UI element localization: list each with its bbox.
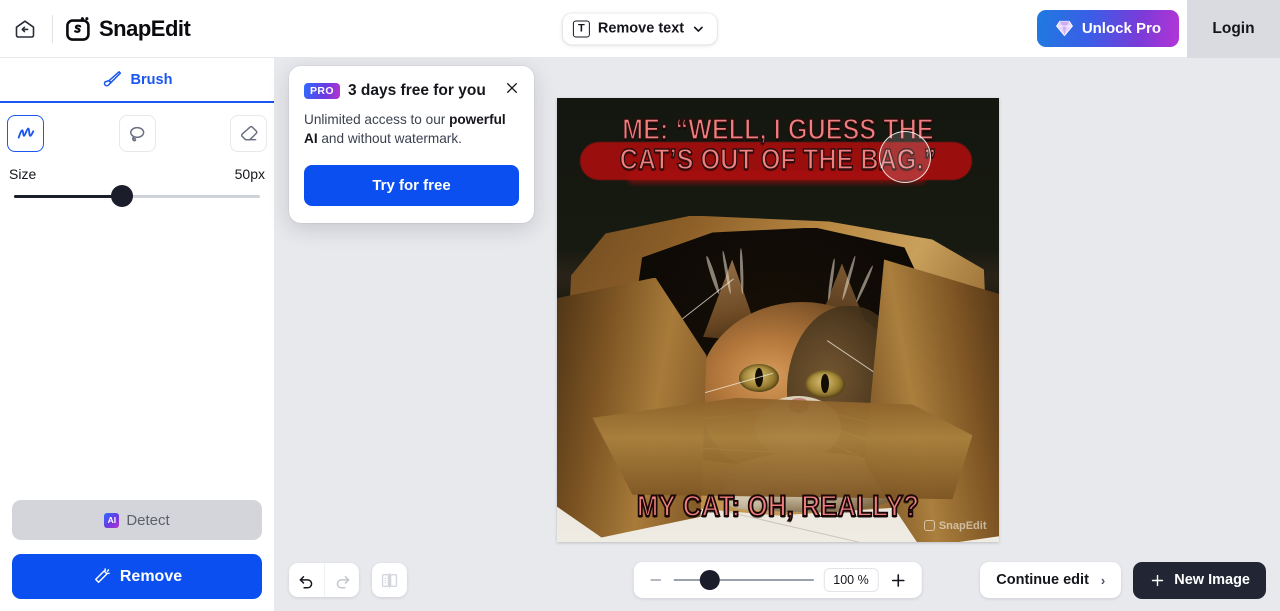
undo-button[interactable] bbox=[289, 563, 324, 597]
header-right: Unlock Pro Login bbox=[1037, 0, 1280, 57]
compare-button-group bbox=[372, 563, 407, 597]
edited-image[interactable]: ME: “WELL, I GUESS THE CAT’S OUT OF THE … bbox=[557, 98, 999, 542]
snapedit-app: SnapEdit T Remove text Unlock Pro bbox=[0, 0, 1280, 611]
app-header: SnapEdit T Remove text Unlock Pro bbox=[0, 0, 1280, 58]
pro-badge: PRO bbox=[304, 83, 340, 99]
bottom-right-actions: Continue edit › New Image bbox=[980, 562, 1266, 599]
text-tool-icon: T bbox=[573, 20, 590, 37]
try-for-free-label: Try for free bbox=[372, 177, 450, 194]
promo-body-suffix: and without watermark. bbox=[318, 131, 462, 146]
header-center: T Remove text bbox=[563, 13, 717, 44]
app-body: Brush bbox=[0, 58, 1280, 611]
brand-logo[interactable]: SnapEdit bbox=[65, 16, 190, 42]
tab-brush-label: Brush bbox=[131, 72, 173, 88]
brush-cursor bbox=[879, 131, 931, 183]
bottom-toolbar: 100 % Continue edit › New Image bbox=[275, 549, 1280, 611]
unlock-pro-label: Unlock Pro bbox=[1082, 20, 1161, 37]
slider-fill bbox=[14, 195, 122, 198]
watermark-mark-icon bbox=[924, 520, 935, 531]
remove-label: Remove bbox=[120, 568, 182, 586]
back-arrow-home-icon[interactable] bbox=[10, 14, 40, 44]
tab-brush[interactable]: Brush bbox=[0, 58, 274, 103]
tool-row bbox=[0, 103, 274, 152]
zoom-value[interactable]: 100 % bbox=[823, 568, 878, 592]
continue-edit-button[interactable]: Continue edit › bbox=[980, 562, 1121, 598]
header-divider bbox=[52, 15, 53, 43]
zoom-slider[interactable] bbox=[673, 569, 813, 591]
cat-eye-right bbox=[805, 370, 845, 398]
redo-button[interactable] bbox=[324, 563, 359, 597]
brush-scribble-tool[interactable] bbox=[7, 115, 44, 152]
sidebar-spacer bbox=[0, 212, 274, 500]
login-label: Login bbox=[1212, 20, 1254, 38]
continue-edit-label: Continue edit bbox=[996, 572, 1089, 588]
tool-sidebar: Brush bbox=[0, 58, 275, 611]
promo-body-prefix: Unlimited access to our bbox=[304, 112, 449, 127]
promo-header: PRO 3 days free for you bbox=[304, 82, 519, 100]
header-left: SnapEdit bbox=[0, 14, 190, 44]
compare-button[interactable] bbox=[372, 563, 407, 597]
brush-size-slider[interactable] bbox=[0, 182, 274, 212]
try-for-free-button[interactable]: Try for free bbox=[304, 165, 519, 206]
promo-body: Unlimited access to our powerful AI and … bbox=[304, 110, 519, 149]
scribble-icon bbox=[15, 123, 37, 145]
eraser-icon bbox=[238, 123, 260, 145]
ai-badge-icon: AI bbox=[104, 513, 119, 528]
zoom-out-button[interactable] bbox=[647, 572, 663, 588]
unlock-pro-button[interactable]: Unlock Pro bbox=[1037, 10, 1179, 47]
meme-bottom-text: MY CAT: OH, REALLY? bbox=[587, 490, 967, 524]
detect-button[interactable]: AI Detect bbox=[12, 500, 262, 540]
watermark-label: SnapEdit bbox=[939, 520, 987, 532]
brush-size-value: 50px bbox=[235, 166, 265, 182]
snapedit-watermark: SnapEdit bbox=[924, 520, 987, 532]
slider-thumb[interactable] bbox=[111, 185, 133, 207]
new-image-button[interactable]: New Image bbox=[1133, 562, 1266, 599]
mode-label: Remove text bbox=[598, 21, 684, 37]
snapedit-mark-icon bbox=[65, 16, 91, 42]
zoom-slider-track bbox=[673, 579, 813, 581]
close-icon[interactable] bbox=[502, 78, 522, 98]
brush-size-row: Size 50px bbox=[0, 152, 274, 182]
lasso-tool[interactable] bbox=[119, 115, 156, 152]
paintbrush-icon bbox=[102, 69, 123, 90]
plus-icon bbox=[1149, 572, 1166, 589]
chevron-right-icon: › bbox=[1101, 573, 1105, 588]
remove-button[interactable]: Remove bbox=[12, 554, 262, 599]
magic-wand-icon bbox=[92, 567, 111, 586]
brand-name: SnapEdit bbox=[99, 16, 190, 42]
undo-icon bbox=[297, 571, 316, 590]
lasso-icon bbox=[126, 123, 148, 145]
history-button-group bbox=[289, 563, 359, 597]
detect-label: Detect bbox=[126, 512, 169, 529]
zoom-control: 100 % bbox=[633, 562, 921, 598]
brush-size-label: Size bbox=[9, 166, 36, 182]
chevron-down-icon bbox=[692, 22, 705, 35]
remove-text-mode-selector[interactable]: T Remove text bbox=[563, 13, 717, 44]
diamond-gem-icon bbox=[1055, 19, 1074, 38]
new-image-label: New Image bbox=[1174, 572, 1250, 588]
zoom-in-button[interactable] bbox=[889, 571, 908, 590]
redo-icon bbox=[333, 571, 352, 590]
zoom-slider-thumb[interactable] bbox=[699, 570, 719, 590]
compare-split-icon bbox=[380, 571, 399, 590]
promo-title: 3 days free for you bbox=[348, 82, 486, 100]
pro-promo-card: PRO 3 days free for you Unlimited access… bbox=[289, 66, 534, 223]
login-button[interactable]: Login bbox=[1187, 0, 1280, 58]
eraser-tool[interactable] bbox=[230, 115, 267, 152]
